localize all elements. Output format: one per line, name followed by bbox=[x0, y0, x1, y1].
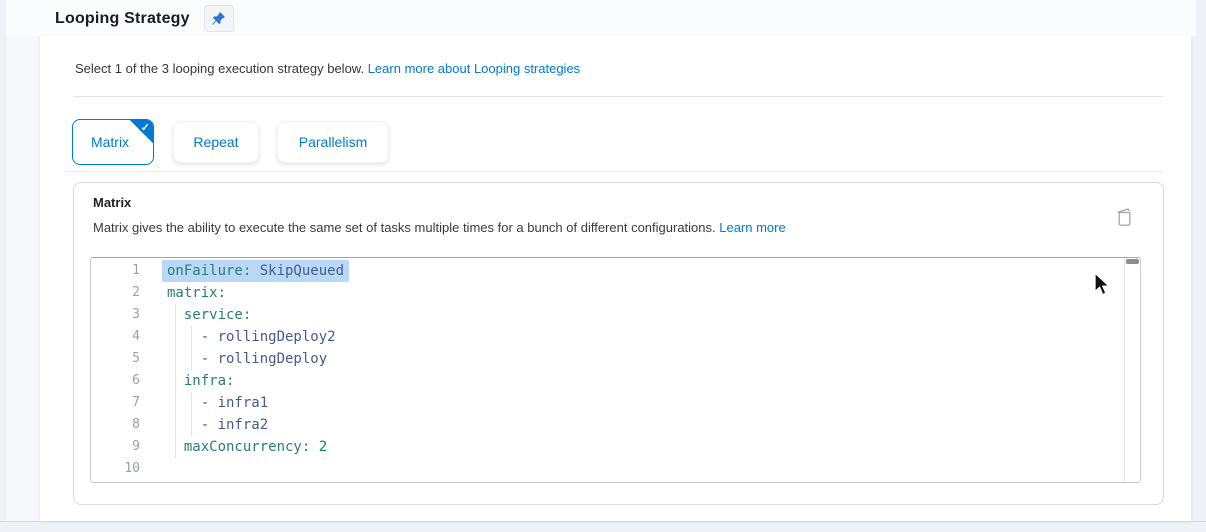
editor-content[interactable]: 1onFailure: SkipQueued2matrix:3 service:… bbox=[91, 260, 1124, 482]
indent-guide bbox=[191, 326, 192, 370]
tab-matrix[interactable]: Matrix ✓ bbox=[72, 119, 154, 165]
line-number: 5 bbox=[91, 348, 140, 370]
editor-line[interactable]: 8 - infra2 bbox=[91, 414, 1124, 436]
indent-guide bbox=[191, 392, 192, 436]
editor-line[interactable]: 10 bbox=[91, 458, 1124, 480]
tab-repeat[interactable]: Repeat bbox=[173, 121, 259, 163]
line-number: 8 bbox=[91, 414, 140, 436]
looping-strategies-link[interactable]: Learn more about Looping strategies bbox=[368, 61, 580, 76]
mouse-cursor bbox=[1093, 272, 1113, 303]
line-number: 6 bbox=[91, 370, 140, 392]
main-panel: Select 1 of the 3 looping execution stra… bbox=[40, 36, 1191, 521]
card-description: Matrix gives the ability to execute the … bbox=[93, 220, 786, 235]
indent-guide bbox=[175, 304, 176, 458]
code-text: infra: bbox=[167, 370, 234, 392]
check-icon: ✓ bbox=[141, 121, 150, 134]
editor-line[interactable]: 6 infra: bbox=[91, 370, 1124, 392]
tab-parallelism-label: Parallelism bbox=[299, 134, 367, 150]
line-number: 2 bbox=[91, 282, 140, 304]
intro-sentence: Select 1 of the 3 looping execution stra… bbox=[75, 61, 368, 76]
card-title: Matrix bbox=[93, 195, 131, 210]
editor-line[interactable]: 3 service: bbox=[91, 304, 1124, 326]
scrollbar-track bbox=[1124, 258, 1125, 482]
code-text: - infra1 bbox=[167, 392, 268, 414]
intro-text: Select 1 of the 3 looping execution stra… bbox=[75, 61, 580, 76]
yaml-editor[interactable]: 1onFailure: SkipQueued2matrix:3 service:… bbox=[90, 257, 1141, 483]
scrollbar-thumb[interactable] bbox=[1126, 259, 1139, 264]
editor-line[interactable]: 4 - rollingDeploy2 bbox=[91, 326, 1124, 348]
code-text: - rollingDeploy2 bbox=[167, 326, 336, 348]
tab-matrix-label: Matrix bbox=[91, 134, 129, 150]
pin-icon bbox=[211, 11, 226, 26]
editor-line[interactable]: 9 maxConcurrency: 2 bbox=[91, 436, 1124, 458]
learn-more-link[interactable]: Learn more bbox=[719, 220, 785, 235]
line-number: 7 bbox=[91, 392, 140, 414]
page-title: Looping Strategy bbox=[55, 10, 190, 28]
code-text: maxConcurrency: 2 bbox=[167, 436, 327, 458]
editor-line[interactable]: 5 - rollingDeploy bbox=[91, 348, 1124, 370]
tab-parallelism[interactable]: Parallelism bbox=[277, 121, 389, 163]
line-number: 10 bbox=[91, 458, 140, 480]
page-edge-bottom bbox=[0, 521, 1206, 522]
matrix-strategy-card: Matrix Matrix gives the ability to execu… bbox=[73, 182, 1164, 505]
delete-strategy-button[interactable] bbox=[1116, 207, 1133, 227]
card-description-text: Matrix gives the ability to execute the … bbox=[93, 220, 719, 235]
line-number: 4 bbox=[91, 326, 140, 348]
divider bbox=[73, 96, 1163, 97]
code-text: matrix: bbox=[167, 282, 226, 304]
code-text: service: bbox=[167, 304, 251, 326]
line-number: 9 bbox=[91, 436, 140, 458]
line-number: 3 bbox=[91, 304, 140, 326]
tab-repeat-label: Repeat bbox=[193, 134, 238, 150]
line-number: 1 bbox=[91, 260, 140, 282]
code-text: - infra2 bbox=[167, 414, 268, 436]
page-header: Looping Strategy bbox=[55, 5, 234, 32]
trash-icon bbox=[1116, 207, 1133, 227]
code-text: onFailure: SkipQueued bbox=[162, 260, 349, 282]
tabs-underline bbox=[65, 171, 1163, 172]
editor-line[interactable]: 7 - infra1 bbox=[91, 392, 1124, 414]
editor-line[interactable]: 2 matrix: bbox=[91, 282, 1124, 304]
pin-button[interactable] bbox=[204, 5, 234, 32]
editor-line[interactable]: 1 onFailure: SkipQueued bbox=[91, 260, 1124, 282]
page-edge-left bbox=[6, 0, 40, 521]
